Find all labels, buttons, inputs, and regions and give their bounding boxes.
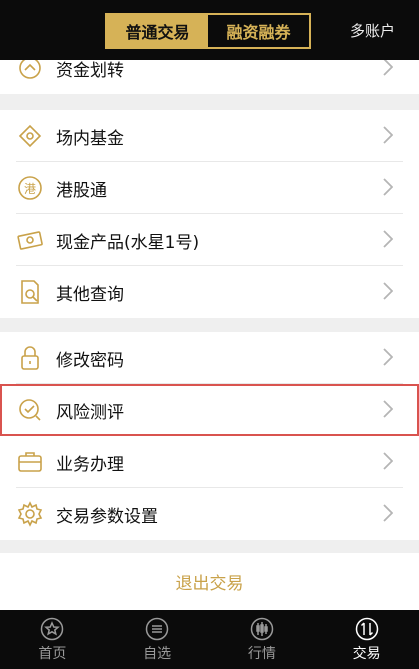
chevron-right-icon (383, 230, 394, 248)
cash-product-icon (16, 226, 44, 254)
bottom-tab-bar: 首页 自选 行情 交易 (0, 610, 419, 669)
menu-group-funds: 资金划转 (0, 60, 419, 94)
candlestick-icon (250, 617, 274, 640)
chevron-right-icon (383, 282, 394, 300)
chevron-right-icon (383, 504, 394, 522)
top-bar: 普通交易 融资融券 多账户 (0, 0, 419, 60)
menu-item-label: 港股通 (56, 180, 107, 201)
star-icon (41, 617, 64, 640)
tab-label: 自选 (143, 645, 172, 662)
tab-label: 首页 (38, 645, 67, 662)
tab-label: 行情 (247, 645, 276, 662)
hk-connect-icon: 港 (16, 174, 44, 202)
tab-market[interactable]: 行情 (210, 610, 315, 669)
briefcase-icon (16, 448, 44, 476)
menu-item-label: 交易参数设置 (56, 506, 158, 527)
logout-button[interactable]: 退出交易 (0, 553, 419, 610)
settings-gear-icon (16, 500, 44, 528)
menu-item-label: 业务办理 (56, 454, 124, 475)
svg-text:港: 港 (24, 182, 36, 196)
chevron-right-icon (383, 452, 394, 470)
trade-mode-switch: 普通交易 融资融券 (105, 13, 311, 49)
menu-item-label: 资金划转 (56, 60, 124, 81)
lock-icon (16, 344, 44, 372)
chevron-right-icon (383, 178, 394, 196)
tab-watchlist[interactable]: 自选 (105, 610, 210, 669)
tab-normal-trade[interactable]: 普通交易 (107, 15, 208, 47)
menu-item-label: 风险测评 (56, 402, 124, 423)
menu-item-other-query[interactable]: 其他查询 (0, 266, 419, 318)
tab-margin-trade[interactable]: 融资融券 (208, 15, 309, 47)
menu-item-label: 场内基金 (56, 128, 124, 149)
tab-trade[interactable]: 交易 (314, 610, 419, 669)
menu-group-products: 场内基金 港 港股通 现金产品(水星1号) 其他查询 (0, 110, 419, 318)
menu-content: 资金划转 场内基金 港 港股通 现金产品(水星1号) 其他查询 修改密码 风险测… (0, 60, 419, 610)
query-icon (16, 278, 44, 306)
trade-exchange-icon (355, 617, 378, 640)
tab-label: 交易 (352, 645, 381, 662)
fund-icon (16, 122, 44, 150)
chevron-right-icon (383, 126, 394, 144)
menu-item-cash-product[interactable]: 现金产品(水星1号) (0, 214, 419, 266)
chevron-right-icon (383, 60, 394, 76)
menu-item-hk-connect[interactable]: 港 港股通 (0, 162, 419, 214)
menu-item-exchange-fund[interactable]: 场内基金 (0, 110, 419, 162)
chevron-right-icon (383, 400, 394, 418)
tab-home[interactable]: 首页 (0, 610, 105, 669)
menu-item-fund-transfer[interactable]: 资金划转 (0, 60, 419, 94)
menu-item-risk-assessment[interactable]: 风险测评 (0, 384, 419, 436)
list-icon (145, 617, 169, 640)
menu-item-business-handling[interactable]: 业务办理 (0, 436, 419, 488)
menu-group-account: 修改密码 风险测评 业务办理 交易参数设置 (0, 332, 419, 540)
menu-item-label: 现金产品(水星1号) (56, 232, 200, 253)
multi-account-button[interactable]: 多账户 (350, 20, 395, 41)
menu-item-trade-settings[interactable]: 交易参数设置 (0, 488, 419, 540)
menu-item-change-password[interactable]: 修改密码 (0, 332, 419, 384)
menu-item-label: 修改密码 (56, 350, 124, 371)
transfer-icon (16, 60, 44, 82)
chevron-right-icon (383, 348, 394, 366)
menu-item-label: 其他查询 (56, 284, 124, 305)
risk-assessment-icon (16, 396, 44, 424)
